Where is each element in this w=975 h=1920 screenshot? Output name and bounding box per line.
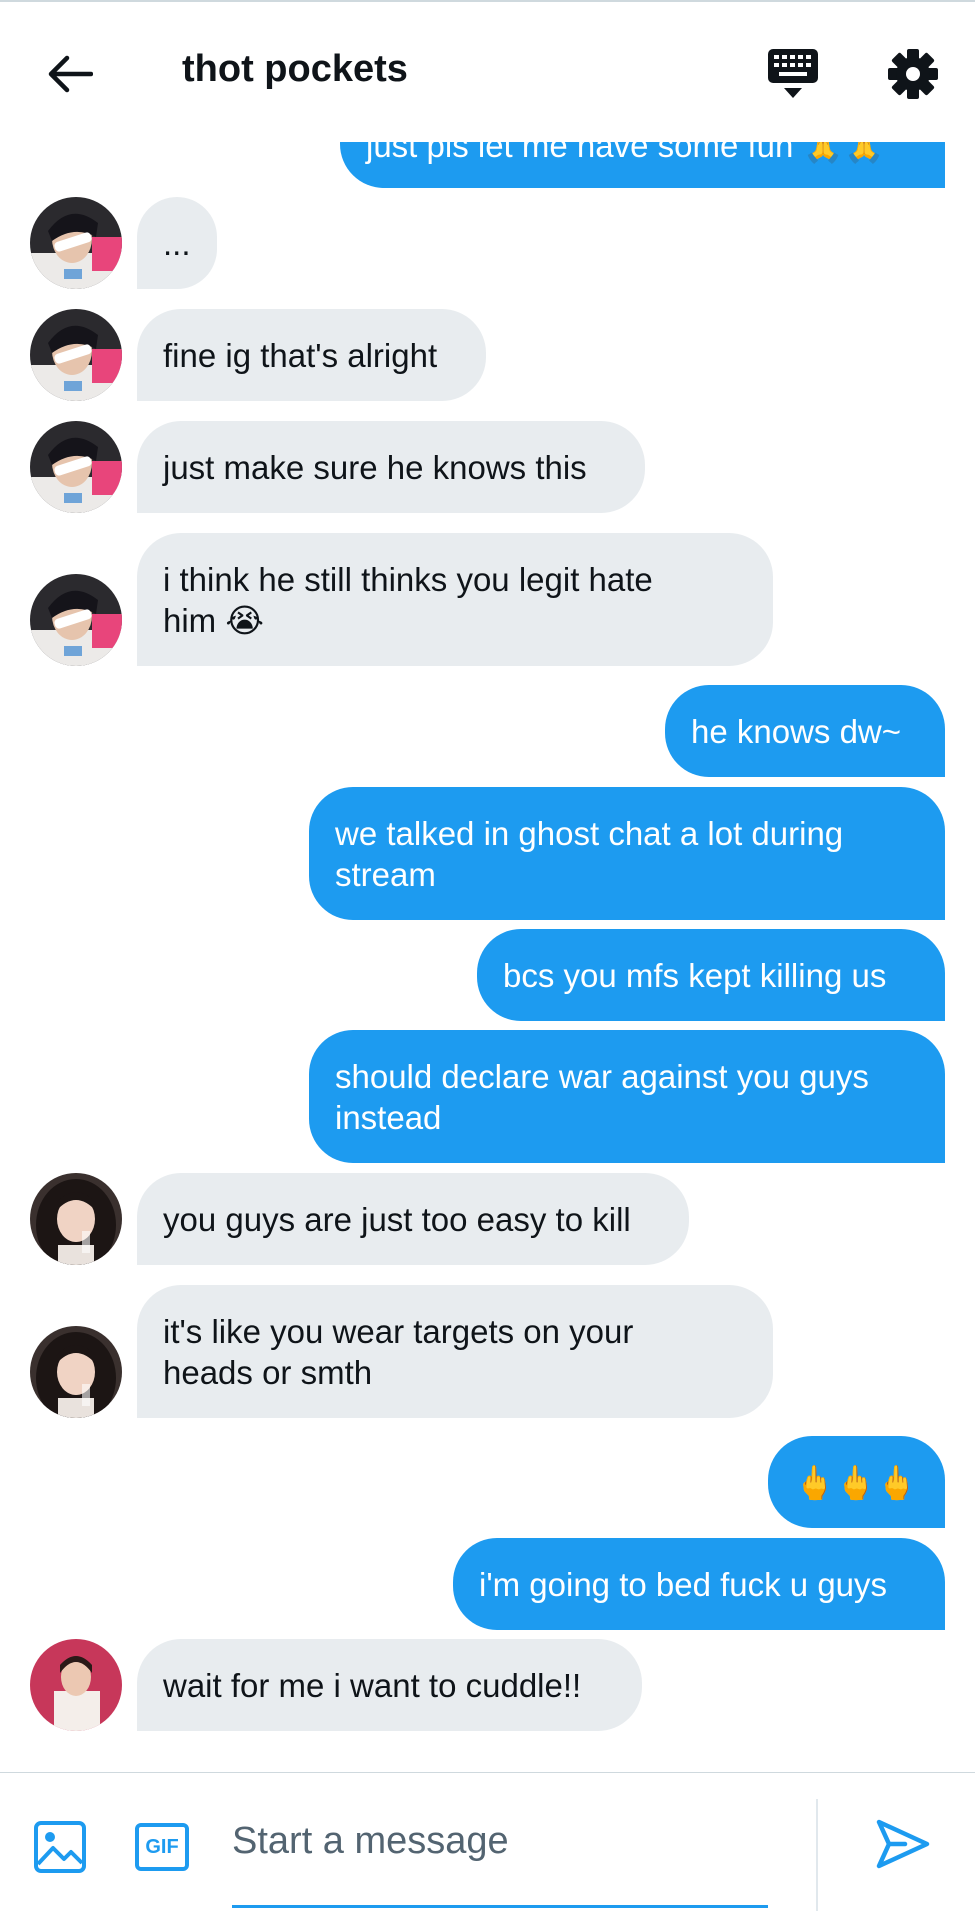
avatar-1-image [30, 309, 122, 401]
message-bubble-incoming[interactable]: fine ig that's alright [137, 309, 486, 401]
send-icon [876, 1819, 930, 1869]
add-gif-button[interactable]: GIF [132, 1817, 192, 1877]
avatar-1-image [30, 421, 122, 513]
message-list[interactable]: just pls let me have some fun 🙏🙏 ... fin [0, 142, 975, 1772]
message-bubble-outgoing[interactable]: bcs you mfs kept killing us [477, 929, 945, 1021]
image-icon [34, 1821, 86, 1873]
message-bubble-outgoing[interactable]: should declare war against you guys inst… [309, 1030, 945, 1163]
add-photo-button[interactable] [30, 1817, 90, 1877]
message-bubble-incoming[interactable]: just make sure he knows this [137, 421, 645, 513]
avatar[interactable] [30, 574, 122, 666]
avatar[interactable] [30, 1639, 122, 1731]
avatar-2-image [30, 1326, 122, 1418]
message-bubble-incoming[interactable]: i think he still thinks you legit hate h… [137, 533, 773, 666]
message-bubble-incoming[interactable]: it's like you wear targets on your heads… [137, 1285, 773, 1418]
conversation-header: thot pockets [0, 2, 975, 142]
message-input[interactable] [232, 1807, 768, 1875]
avatar-2-image [30, 1173, 122, 1265]
keyboard-shortcuts-button[interactable] [760, 44, 826, 104]
send-button[interactable] [872, 1813, 934, 1875]
settings-button[interactable] [880, 44, 946, 104]
message-bubble-incoming[interactable]: ... [137, 197, 217, 289]
message-bubble-outgoing[interactable]: just pls let me have some fun 🙏🙏 [340, 142, 945, 188]
message-bubble-outgoing[interactable]: i'm going to bed fuck u guys [453, 1538, 945, 1630]
avatar[interactable] [30, 309, 122, 401]
message-bubble-outgoing[interactable]: 🖕🖕🖕 [768, 1436, 945, 1528]
avatar[interactable] [30, 197, 122, 289]
avatar[interactable] [30, 1173, 122, 1265]
avatar-1-image [30, 574, 122, 666]
avatar-3-image [30, 1639, 122, 1731]
message-bubble-incoming[interactable]: wait for me i want to cuddle!! [137, 1639, 642, 1731]
gear-icon [888, 49, 938, 99]
input-focus-underline [232, 1905, 768, 1908]
message-bubble-incoming[interactable]: you guys are just too easy to kill [137, 1173, 689, 1265]
avatar-1-image [30, 197, 122, 289]
composer-separator [816, 1799, 818, 1911]
message-bubble-outgoing[interactable]: he knows dw~ [665, 685, 945, 777]
message-bubble-outgoing[interactable]: we talked in ghost chat a lot during str… [309, 787, 945, 920]
back-arrow-icon [48, 55, 93, 93]
avatar[interactable] [30, 421, 122, 513]
message-composer: GIF [0, 1773, 975, 1920]
gif-icon: GIF [135, 1823, 189, 1871]
keyboard-icon [768, 49, 818, 98]
back-button[interactable] [40, 44, 100, 104]
avatar[interactable] [30, 1326, 122, 1418]
conversation-title: thot pockets [182, 48, 408, 90]
